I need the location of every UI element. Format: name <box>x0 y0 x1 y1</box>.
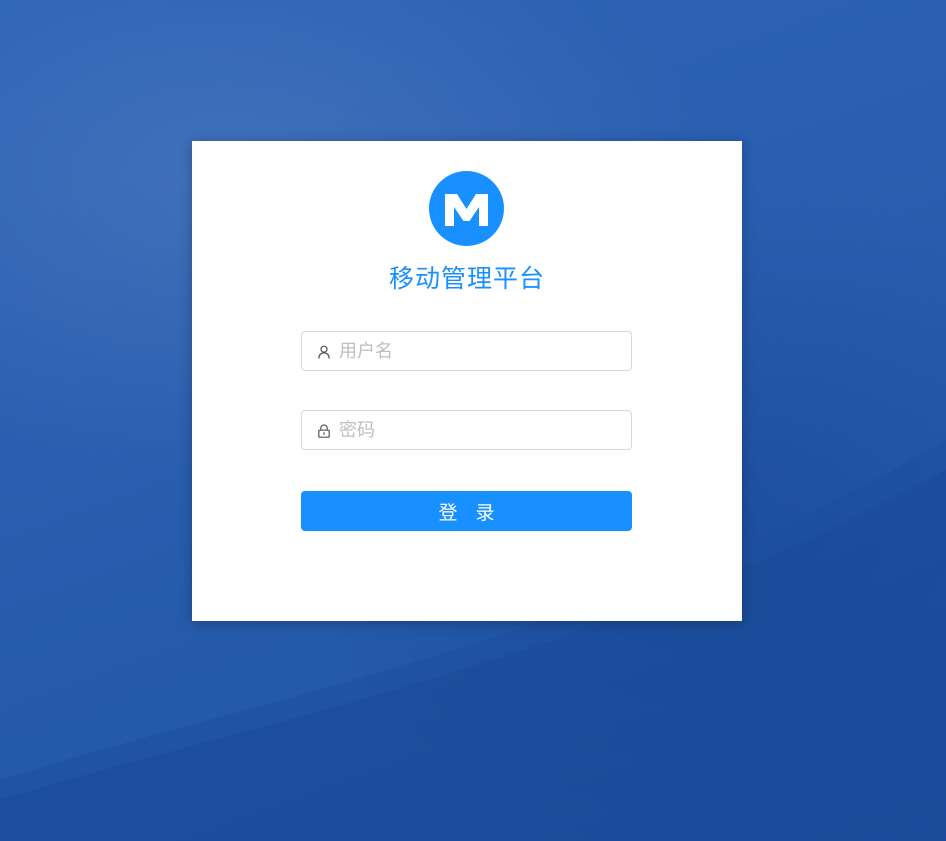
app-logo <box>429 171 504 246</box>
login-card: 移动管理平台 登 录 <box>192 141 742 621</box>
user-icon <box>317 344 331 359</box>
lock-icon <box>317 423 331 438</box>
username-field[interactable] <box>301 331 632 371</box>
app-title: 移动管理平台 <box>388 264 545 293</box>
login-button[interactable]: 登 录 <box>301 491 632 531</box>
password-input[interactable] <box>339 411 624 449</box>
password-field[interactable] <box>301 410 632 450</box>
m-logo-icon <box>445 194 488 226</box>
username-input[interactable] <box>339 332 624 370</box>
